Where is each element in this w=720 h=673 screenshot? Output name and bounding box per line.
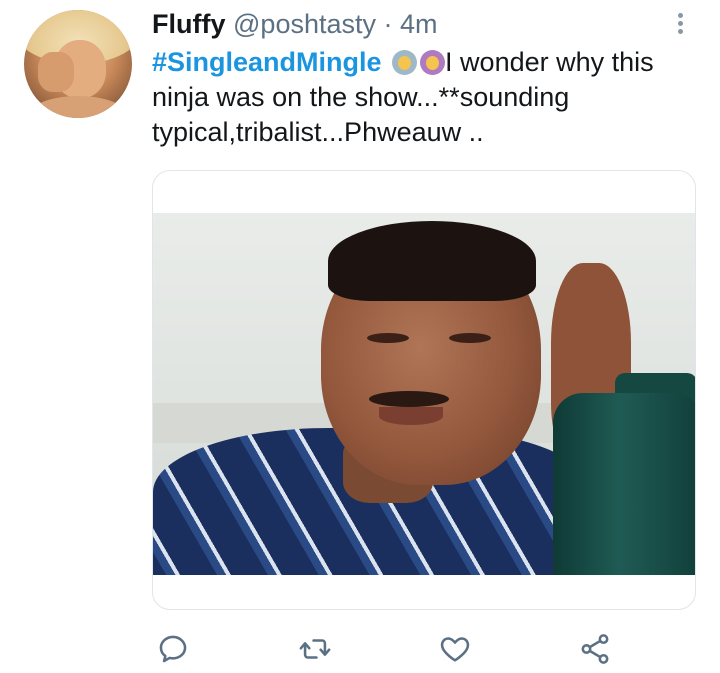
retweet-icon xyxy=(299,639,331,659)
author-name[interactable]: Fluffy xyxy=(152,9,226,39)
separator-dot: · xyxy=(383,9,393,39)
photo-right-eye xyxy=(449,333,491,343)
photo-flask xyxy=(553,393,695,575)
share-icon xyxy=(581,634,609,664)
woman-gesturing-ok-emoji xyxy=(420,50,446,75)
retweet-button[interactable] xyxy=(298,632,332,666)
avatar-shoulders xyxy=(28,96,128,118)
share-button[interactable] xyxy=(578,632,612,666)
photo-hair xyxy=(328,221,536,301)
person-gesturing-ok-emoji xyxy=(392,50,418,75)
avatar-hand xyxy=(38,52,74,92)
photo-mustache xyxy=(369,391,449,407)
tweet-photo[interactable] xyxy=(153,213,695,575)
more-options-icon[interactable] xyxy=(670,10,690,36)
author-handle[interactable]: @poshtasty xyxy=(233,9,376,39)
like-button[interactable] xyxy=(438,632,472,666)
reply-button[interactable] xyxy=(156,632,190,666)
photo-left-eye xyxy=(367,333,409,343)
avatar[interactable] xyxy=(24,10,132,118)
like-icon xyxy=(440,637,470,662)
reply-icon xyxy=(159,635,187,663)
tweet-text: #SingleandMingle I wonder why this ninja… xyxy=(152,45,700,150)
tweet-header: Fluffy @poshtasty · 4m xyxy=(152,6,438,42)
tweet-timestamp[interactable]: 4m xyxy=(400,9,438,39)
tweet[interactable]: Fluffy @poshtasty · 4m #SingleandMingle … xyxy=(0,0,720,673)
tweet-media-card[interactable] xyxy=(152,170,696,610)
photo-mouth xyxy=(379,407,443,425)
tweet-actions xyxy=(0,626,720,672)
hashtag-link[interactable]: #SingleandMingle xyxy=(152,47,382,77)
